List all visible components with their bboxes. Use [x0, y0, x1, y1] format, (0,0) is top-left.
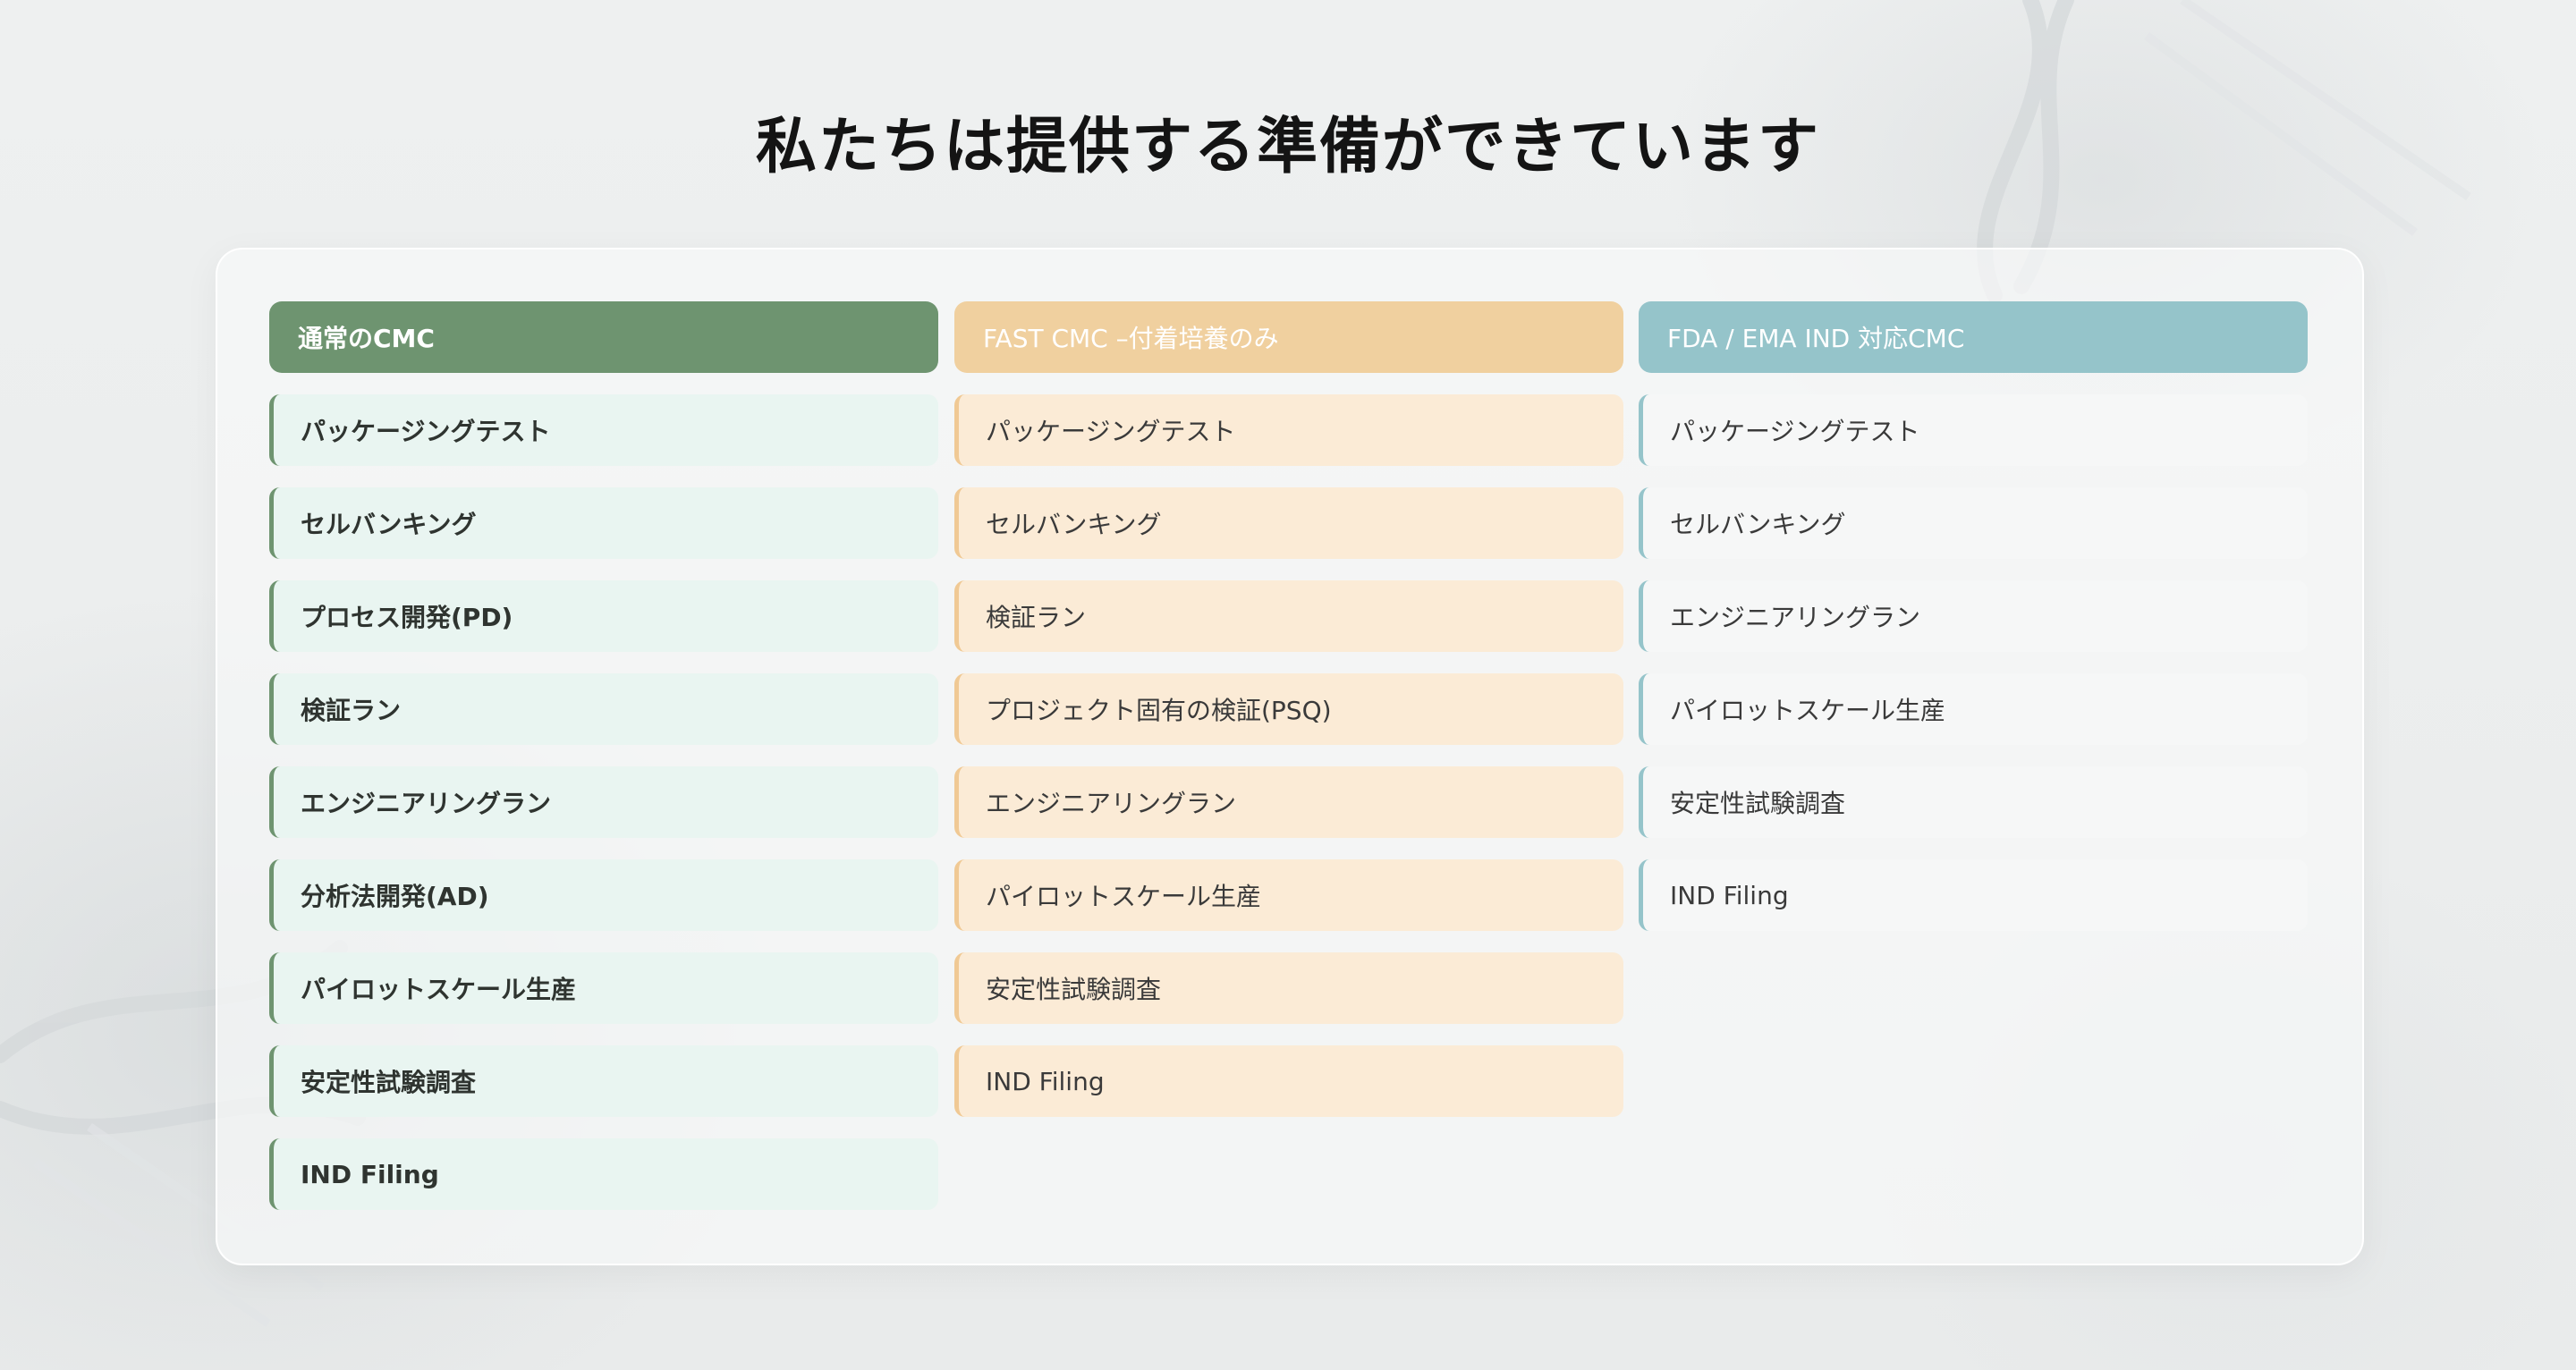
list-item: エンジニアリングラン	[1639, 580, 2308, 652]
list-item: 検証ラン	[269, 673, 938, 745]
column-header-fast-cmc: FAST CMC –付着培養のみ	[954, 301, 1623, 373]
page-title: 私たちは提供する準備ができています	[755, 112, 1820, 182]
list-item: IND Filing	[954, 1045, 1623, 1117]
column-fast-cmc: FAST CMC –付着培養のみ パッケージングテスト セルバンキング 検証ラン…	[954, 301, 1623, 1138]
list-item: 安定性試験調査	[269, 1045, 938, 1117]
list-item: IND Filing	[269, 1138, 938, 1210]
list-item: 安定性試験調査	[1639, 766, 2308, 838]
list-item: 分析法開発(AD)	[269, 859, 938, 931]
list-item: パイロットスケール生産	[1639, 673, 2308, 745]
list-item: プロジェクト固有の検証(PSQ)	[954, 673, 1623, 745]
list-item: 安定性試験調査	[954, 952, 1623, 1024]
list-item: セルバンキング	[954, 487, 1623, 559]
list-item: エンジニアリングラン	[269, 766, 938, 838]
list-item: パイロットスケール生産	[954, 859, 1623, 931]
list-item: パッケージングテスト	[954, 394, 1623, 466]
column-list-standard-cmc: パッケージングテスト セルバンキング プロセス開発(PD) 検証ラン エンジニア…	[269, 394, 938, 1210]
list-item: プロセス開発(PD)	[269, 580, 938, 652]
column-standard-cmc: 通常のCMC パッケージングテスト セルバンキング プロセス開発(PD) 検証ラ…	[269, 301, 938, 1231]
list-item: パッケージングテスト	[269, 394, 938, 466]
list-item: 検証ラン	[954, 580, 1623, 652]
column-header-standard-cmc: 通常のCMC	[269, 301, 938, 373]
column-list-ind-cmc: パッケージングテスト セルバンキング エンジニアリングラン パイロットスケール生…	[1639, 394, 2308, 931]
column-header-ind-cmc: FDA / EMA IND 対応CMC	[1639, 301, 2308, 373]
list-item: エンジニアリングラン	[954, 766, 1623, 838]
column-list-fast-cmc: パッケージングテスト セルバンキング 検証ラン プロジェクト固有の検証(PSQ)…	[954, 394, 1623, 1117]
list-item: パッケージングテスト	[1639, 394, 2308, 466]
list-item: セルバンキング	[269, 487, 938, 559]
list-item: IND Filing	[1639, 859, 2308, 931]
column-ind-cmc: FDA / EMA IND 対応CMC パッケージングテスト セルバンキング エ…	[1639, 301, 2308, 952]
list-item: セルバンキング	[1639, 487, 2308, 559]
list-item: パイロットスケール生産	[269, 952, 938, 1024]
offerings-panel: 通常のCMC パッケージングテスト セルバンキング プロセス開発(PD) 検証ラ…	[216, 248, 2364, 1265]
